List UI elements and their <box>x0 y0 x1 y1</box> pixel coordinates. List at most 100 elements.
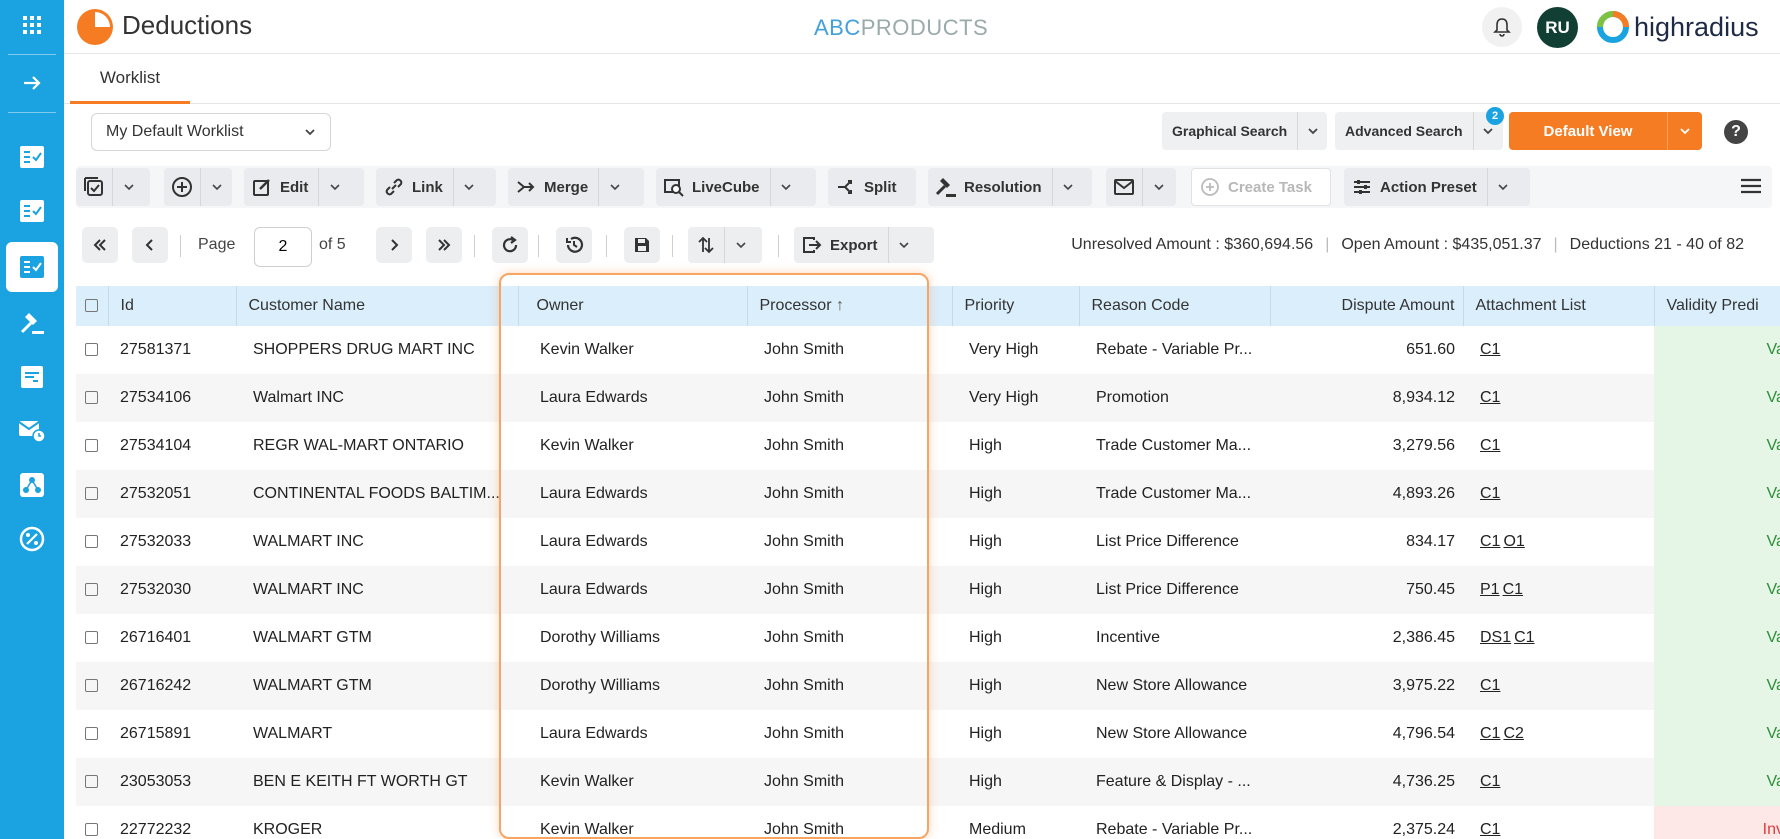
cell-owner[interactable]: Dorothy Williams <box>518 662 747 710</box>
cell-reason-code[interactable]: Trade Customer Ma... <box>1079 422 1270 470</box>
attachment-link[interactable]: C1 <box>1480 485 1500 502</box>
table-row[interactable]: 27532051 CONTINENTAL FOODS BALTIM... Laura… <box>76 470 1780 518</box>
column-header-priority[interactable]: Priority <box>952 286 1080 326</box>
resolution-button[interactable]: Resolution <box>928 168 1092 206</box>
email-button[interactable] <box>1106 168 1176 206</box>
cell-reason-code[interactable]: Incentive <box>1079 614 1270 662</box>
cell-reason-code[interactable]: List Price Difference <box>1079 518 1270 566</box>
row-checkbox-cell[interactable] <box>76 566 108 614</box>
cell-processor[interactable]: John Smith <box>747 758 952 806</box>
cell-owner[interactable]: Dorothy Williams <box>518 614 747 662</box>
column-header-processor[interactable]: Processor ↑ <box>747 286 953 326</box>
cell-owner[interactable]: Laura Edwards <box>518 470 747 518</box>
table-row[interactable]: 27581371 SHOPPERS DRUG MART INC Kevin Walk… <box>76 326 1780 374</box>
row-checkbox[interactable] <box>85 823 98 837</box>
cell-priority[interactable]: Very High <box>952 326 1079 374</box>
cell-id[interactable]: 26716242 <box>108 662 236 710</box>
table-row[interactable]: 27534104 REGR WAL-MART ONTARIO Kevin Walke… <box>76 422 1780 470</box>
cell-dispute-amount[interactable]: 4,796.54 <box>1270 710 1463 758</box>
cell-validity[interactable]: Valic <box>1654 566 1780 614</box>
column-header-customer-name[interactable]: Customer Name <box>236 286 519 326</box>
cell-validity[interactable]: Valic <box>1654 374 1780 422</box>
sidebar-item-gavel[interactable] <box>6 298 58 348</box>
page-number-input[interactable] <box>254 227 312 267</box>
cell-dispute-amount[interactable]: 4,893.26 <box>1270 470 1463 518</box>
cell-priority[interactable]: High <box>952 662 1079 710</box>
action-preset-button[interactable]: Action Preset <box>1344 168 1530 206</box>
cell-reason-code[interactable]: Promotion <box>1079 374 1270 422</box>
graphical-search-dropdown[interactable] <box>1297 112 1327 150</box>
cell-owner[interactable]: Laura Edwards <box>518 710 747 758</box>
cell-processor[interactable]: John Smith <box>747 614 952 662</box>
cell-customer-name[interactable]: KROGER <box>236 806 518 839</box>
table-row[interactable]: 26715891 WALMART Laura Edwards John Smith Hi… <box>76 710 1780 758</box>
row-checkbox[interactable] <box>85 391 98 405</box>
split-button[interactable]: Split <box>828 168 916 206</box>
livecube-button[interactable]: LiveCube <box>656 168 816 206</box>
select-all-button[interactable] <box>76 168 150 206</box>
link-button[interactable]: Link <box>376 168 496 206</box>
row-checkbox-cell[interactable] <box>76 374 108 422</box>
worklist-select[interactable]: My Default Worklist <box>91 113 331 151</box>
cell-processor[interactable]: John Smith <box>747 422 952 470</box>
cell-id[interactable]: 26716401 <box>108 614 236 662</box>
column-header-reason-code[interactable]: Reason Code <box>1079 286 1271 326</box>
column-header-attachment-list[interactable]: Attachment List <box>1463 286 1655 326</box>
sidebar-item-network[interactable] <box>6 460 58 510</box>
row-checkbox[interactable] <box>85 727 98 741</box>
table-row[interactable]: 26716401 WALMART GTM Dorothy Williams John … <box>76 614 1780 662</box>
table-row[interactable]: 23053053 BEN E KEITH FT WORTH GT Kevin Wal… <box>76 758 1780 806</box>
cell-customer-name[interactable]: REGR WAL-MART ONTARIO <box>236 422 518 470</box>
cell-dispute-amount[interactable]: 3,279.56 <box>1270 422 1463 470</box>
attachment-link[interactable]: C1 <box>1480 677 1500 694</box>
row-checkbox[interactable] <box>85 535 98 549</box>
attachment-link[interactable]: DS1 <box>1480 629 1511 646</box>
attachment-link[interactable]: C1 <box>1480 437 1500 454</box>
attachment-link[interactable]: C1 <box>1480 533 1500 550</box>
row-checkbox-cell[interactable] <box>76 662 108 710</box>
sidebar-item-document[interactable] <box>6 352 58 402</box>
attachment-link[interactable]: C1 <box>1480 389 1500 406</box>
default-view-button[interactable]: Default View <box>1509 112 1702 150</box>
cell-dispute-amount[interactable]: 2,375.24 <box>1270 806 1463 839</box>
cell-owner[interactable]: Laura Edwards <box>518 374 747 422</box>
cell-id[interactable]: 26715891 <box>108 710 236 758</box>
row-checkbox[interactable] <box>85 439 98 453</box>
cell-reason-code[interactable]: New Store Allowance <box>1079 710 1270 758</box>
row-checkbox-cell[interactable] <box>76 614 108 662</box>
advanced-search-button[interactable]: Advanced Search <box>1335 112 1503 150</box>
cell-priority[interactable]: High <box>952 710 1079 758</box>
export-button[interactable]: Export <box>794 227 934 263</box>
attachment-link[interactable]: C1 <box>1514 629 1534 646</box>
help-icon[interactable]: ? <box>1724 120 1748 144</box>
cell-dispute-amount[interactable]: 2,386.45 <box>1270 614 1463 662</box>
row-checkbox-cell[interactable] <box>76 326 108 374</box>
cell-processor[interactable]: John Smith <box>747 710 952 758</box>
merge-button[interactable]: Merge <box>508 168 644 206</box>
cell-priority[interactable]: Very High <box>952 374 1079 422</box>
attachment-link[interactable]: C1 <box>1503 581 1523 598</box>
cell-validity[interactable]: Valic <box>1654 470 1780 518</box>
attachment-link[interactable]: P1 <box>1480 581 1500 598</box>
menu-icon[interactable] <box>1740 176 1762 196</box>
cell-priority[interactable]: High <box>952 614 1079 662</box>
cell-reason-code[interactable]: Rebate - Variable Pr... <box>1079 806 1270 839</box>
attachment-link[interactable]: C2 <box>1503 725 1523 742</box>
cell-dispute-amount[interactable]: 750.45 <box>1270 566 1463 614</box>
last-page-button[interactable] <box>426 227 462 263</box>
cell-priority[interactable]: High <box>952 758 1079 806</box>
arrow-right-icon[interactable] <box>6 58 58 108</box>
cell-owner[interactable]: Laura Edwards <box>518 566 747 614</box>
attachment-link[interactable]: C1 <box>1480 341 1500 358</box>
select-all-checkbox[interactable] <box>85 299 98 313</box>
cell-dispute-amount[interactable]: 834.17 <box>1270 518 1463 566</box>
cell-processor[interactable]: John Smith <box>747 806 952 839</box>
cell-customer-name[interactable]: SHOPPERS DRUG MART INC <box>236 326 518 374</box>
cell-processor[interactable]: John Smith <box>747 518 952 566</box>
cell-validity[interactable]: Valic <box>1654 326 1780 374</box>
attachment-link[interactable]: C1 <box>1480 773 1500 790</box>
column-header-validity[interactable]: Validity Predi <box>1654 286 1780 326</box>
cell-dispute-amount[interactable]: 8,934.12 <box>1270 374 1463 422</box>
cell-validity[interactable]: Valic <box>1654 422 1780 470</box>
cell-owner[interactable]: Kevin Walker <box>518 422 747 470</box>
